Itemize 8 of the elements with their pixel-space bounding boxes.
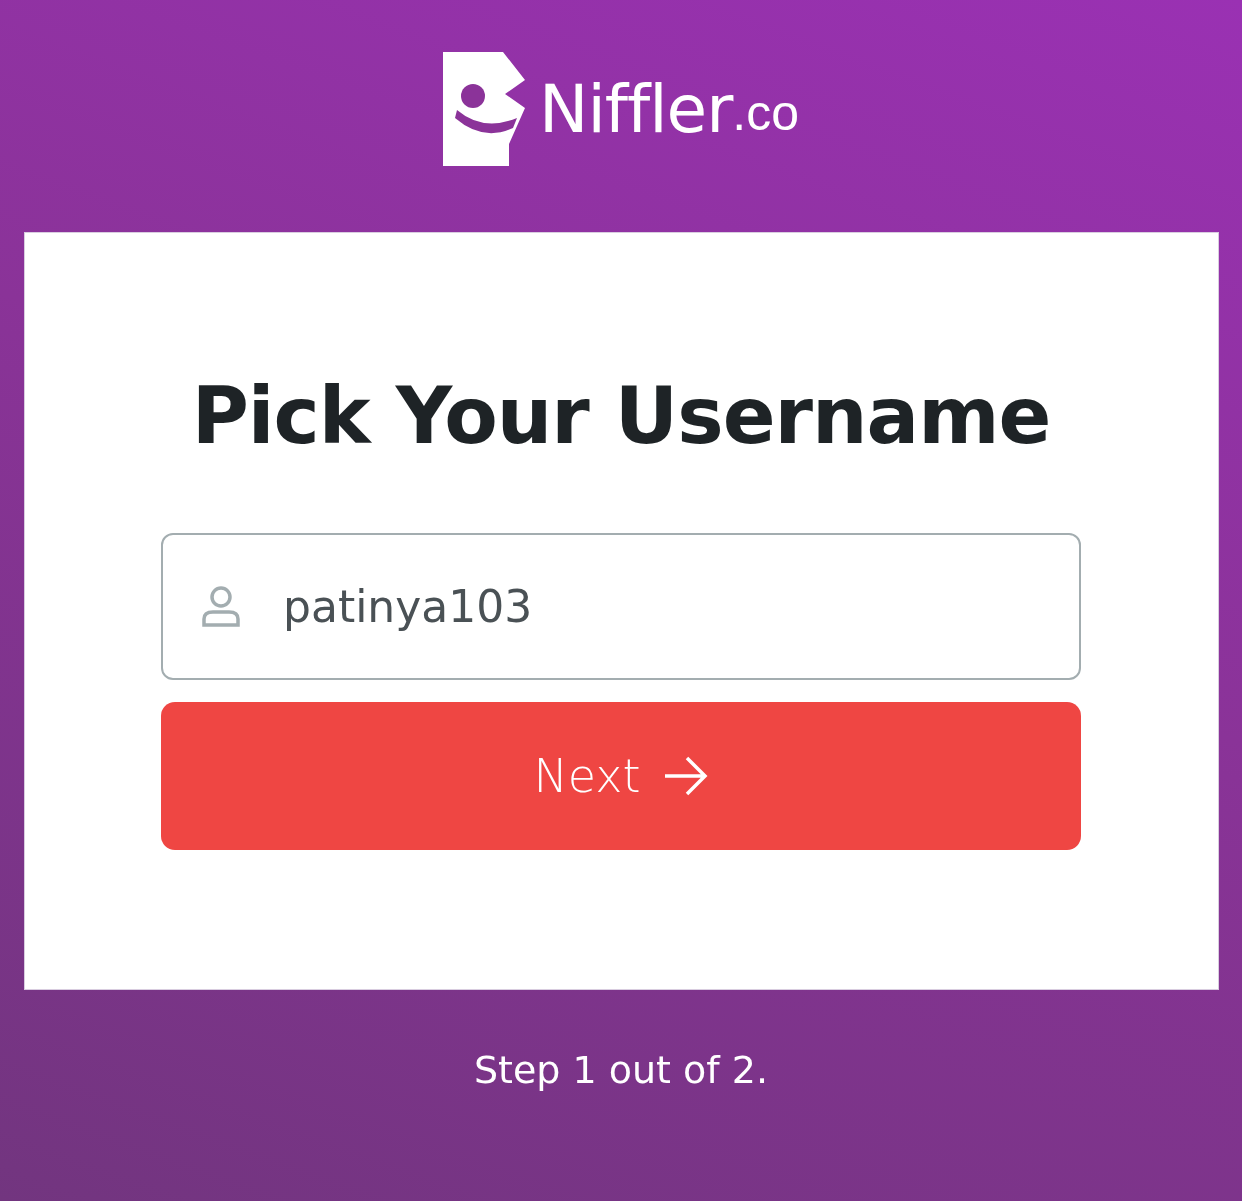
logo-icon — [443, 52, 525, 166]
arrow-right-icon — [662, 756, 709, 796]
user-icon — [201, 585, 241, 629]
next-button[interactable]: Next — [161, 702, 1081, 850]
page-title: Pick Your Username — [191, 371, 1051, 461]
username-field[interactable]: patinya103 — [161, 533, 1081, 680]
step-text: Step 1 out of 2. — [473, 1048, 769, 1092]
brand-name: Niffler — [539, 70, 733, 148]
